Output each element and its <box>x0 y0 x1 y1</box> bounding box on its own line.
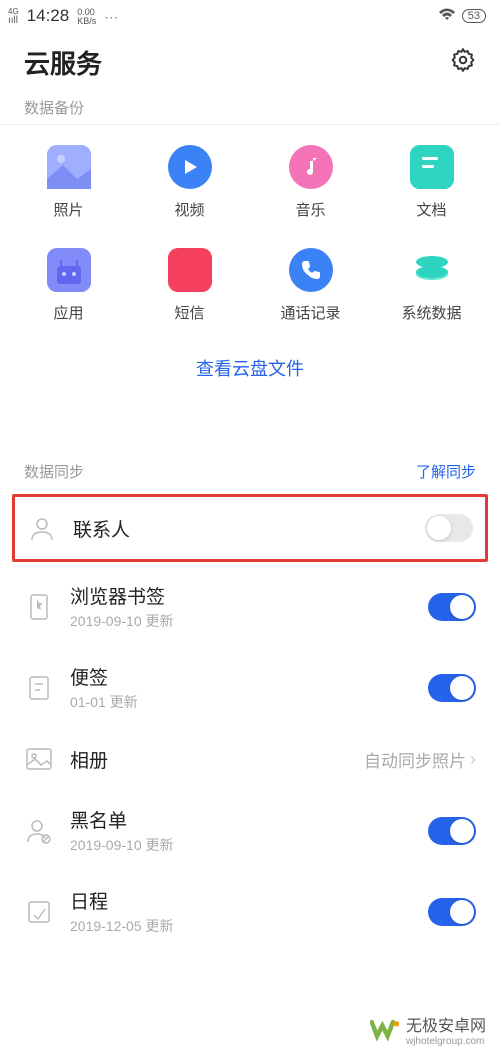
row-content: 相册 <box>70 746 348 773</box>
music-icon <box>289 145 333 189</box>
status-left: 4G ııll 14:28 0.00 KB/s ⋯ <box>8 6 119 26</box>
sync-row-calendar[interactable]: 日程 2019-12-05 更新 <box>12 871 488 952</box>
row-title: 联系人 <box>73 515 409 542</box>
network-speed: 0.00 KB/s <box>77 8 96 26</box>
signal-icon: 4G ııll <box>8 8 19 26</box>
video-icon <box>168 145 212 189</box>
settings-button[interactable] <box>450 47 476 78</box>
sync-section-title: 数据同步 <box>24 461 84 482</box>
more-dots: ⋯ <box>104 9 119 26</box>
sync-row-blacklist[interactable]: 黑名单 2019-09-10 更新 <box>12 790 488 871</box>
sync-header: 数据同步 了解同步 <box>0 413 500 494</box>
row-subtitle: 2019-09-10 更新 <box>70 835 412 855</box>
backup-label: 音乐 <box>295 199 325 220</box>
backup-label: 应用 <box>53 302 83 323</box>
phone-icon <box>289 248 333 292</box>
bookmarks-toggle[interactable] <box>428 593 476 621</box>
backup-label: 系统数据 <box>401 302 461 323</box>
watermark-logo-icon <box>370 1017 400 1043</box>
row-content: 黑名单 2019-09-10 更新 <box>70 806 412 855</box>
gear-icon <box>450 47 476 73</box>
contacts-toggle[interactable] <box>425 514 473 542</box>
sync-row-bookmarks[interactable]: 浏览器书签 2019-09-10 更新 <box>12 566 488 647</box>
system-icon <box>410 248 454 292</box>
sync-row-album[interactable]: 相册 自动同步照片 › <box>12 728 488 790</box>
status-right: 53 <box>438 8 486 25</box>
blacklist-toggle[interactable] <box>428 817 476 845</box>
document-icon <box>410 145 454 189</box>
row-content: 日程 2019-12-05 更新 <box>70 887 412 936</box>
backup-item-system[interactable]: 系统数据 <box>371 248 492 323</box>
app-icon <box>47 248 91 292</box>
row-title: 便签 <box>70 663 412 690</box>
row-title: 黑名单 <box>70 806 412 833</box>
wifi-icon <box>438 8 456 25</box>
backup-item-video[interactable]: 视频 <box>129 145 250 220</box>
calendar-toggle[interactable] <box>428 898 476 926</box>
photo-icon <box>47 145 91 189</box>
header: 云服务 <box>0 28 500 93</box>
row-subtitle: 2019-09-10 更新 <box>70 611 412 631</box>
calendar-icon <box>24 897 54 927</box>
backup-item-photo[interactable]: 照片 <box>8 145 129 220</box>
status-bar: 4G ııll 14:28 0.00 KB/s ⋯ 53 <box>0 0 500 28</box>
backup-item-call[interactable]: 通话记录 <box>250 248 371 323</box>
row-title: 浏览器书签 <box>70 582 412 609</box>
bookmark-icon <box>24 592 54 622</box>
view-cloud-files-link[interactable]: 查看云盘文件 <box>0 331 500 413</box>
watermark-text: 无极安卓网 wjhotelgroup.com <box>406 1012 486 1047</box>
backup-label: 文档 <box>416 199 446 220</box>
backup-item-app[interactable]: 应用 <box>8 248 129 323</box>
sync-list: 联系人 浏览器书签 2019-09-10 更新 便签 01-01 更新 相册 <box>0 494 500 952</box>
watermark: 无极安卓网 wjhotelgroup.com <box>370 1012 486 1047</box>
clock: 14:28 <box>27 6 70 26</box>
backup-section-title: 数据备份 <box>0 93 500 118</box>
row-title: 日程 <box>70 887 412 914</box>
backup-item-sms[interactable]: 短信 <box>129 248 250 323</box>
row-content: 浏览器书签 2019-09-10 更新 <box>70 582 412 631</box>
row-content: 便签 01-01 更新 <box>70 663 412 712</box>
row-content: 联系人 <box>73 515 409 542</box>
row-title: 相册 <box>70 746 348 773</box>
sync-row-notes[interactable]: 便签 01-01 更新 <box>12 647 488 728</box>
backup-label: 通话记录 <box>280 302 340 323</box>
page-title: 云服务 <box>24 44 102 81</box>
backup-label: 短信 <box>174 302 204 323</box>
battery-icon: 53 <box>462 9 486 23</box>
chevron-right-icon: › <box>470 749 476 770</box>
row-subtitle: 01-01 更新 <box>70 692 412 712</box>
backup-label: 照片 <box>53 199 83 220</box>
backup-item-doc[interactable]: 文档 <box>371 145 492 220</box>
album-icon <box>24 744 54 774</box>
backup-item-music[interactable]: 音乐 <box>250 145 371 220</box>
notes-toggle[interactable] <box>428 674 476 702</box>
blacklist-icon <box>24 816 54 846</box>
backup-label: 视频 <box>174 199 204 220</box>
album-action: 自动同步照片 › <box>364 747 476 772</box>
notes-icon <box>24 673 54 703</box>
learn-sync-link[interactable]: 了解同步 <box>416 461 476 482</box>
backup-grid: 照片 视频 音乐 文档 应用 短信 通话记录 <box>0 125 500 331</box>
sms-icon <box>168 248 212 292</box>
row-subtitle: 2019-12-05 更新 <box>70 916 412 936</box>
sync-row-contacts[interactable]: 联系人 <box>12 494 488 562</box>
contacts-icon <box>27 513 57 543</box>
